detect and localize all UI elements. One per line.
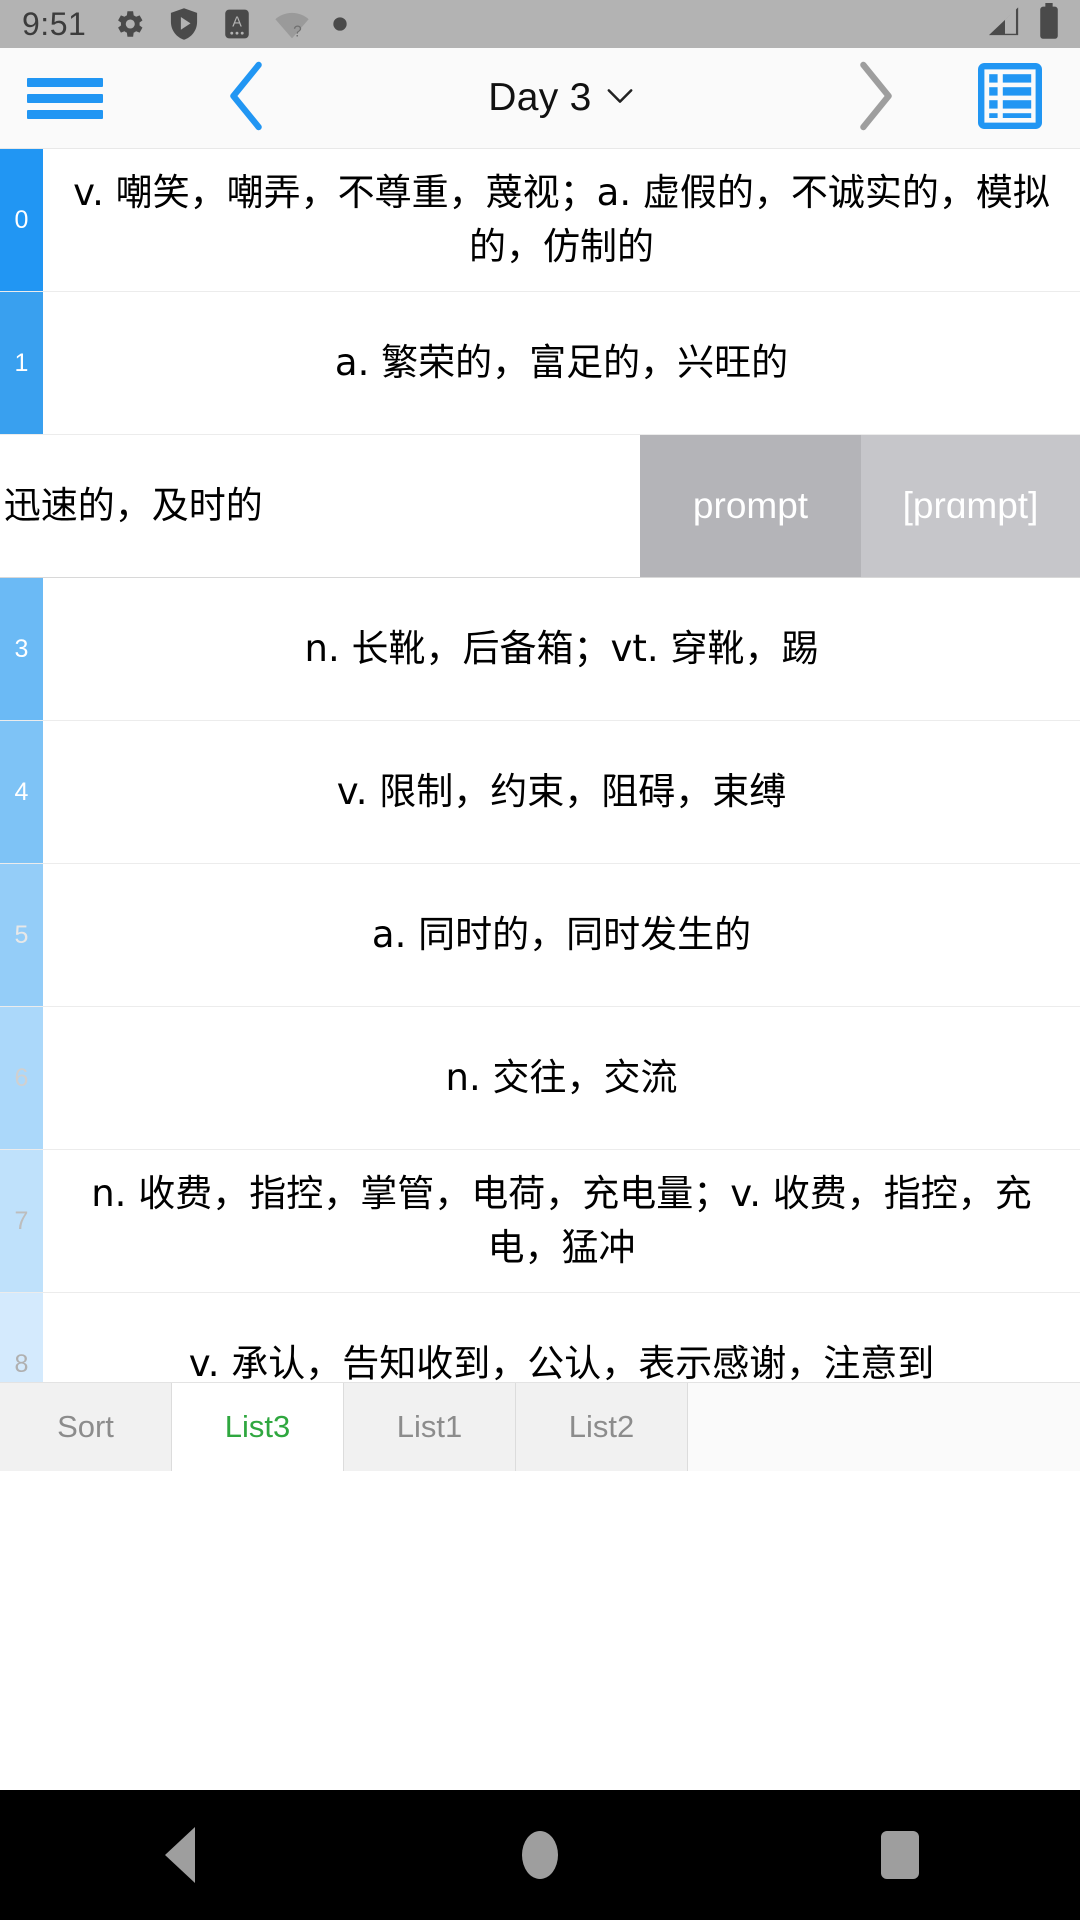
row-index: 8 [0, 1293, 43, 1382]
row-definition[interactable]: . 迅速的，及时的 [0, 435, 640, 577]
page-title: Day 3 [488, 76, 592, 119]
chevron-left-icon [223, 61, 271, 136]
back-button[interactable] [90, 1790, 270, 1920]
row-definition[interactable]: a. 繁荣的，富足的，兴旺的 [43, 292, 1080, 434]
tab-list2[interactable]: List2 [516, 1383, 688, 1471]
next-day-button[interactable] [810, 48, 940, 149]
swipe-action-phonetic[interactable]: [prɑmpt] [861, 435, 1080, 577]
table-row[interactable]: 5 a. 同时的，同时发生的 [0, 864, 1080, 1007]
row-index: 3 [0, 578, 43, 720]
row-index: 5 [0, 864, 43, 1006]
wifi-question-icon: ? [274, 7, 310, 41]
dot-icon [332, 16, 348, 32]
status-clock: 9:51 [22, 5, 87, 42]
bottom-tab-bar[interactable]: Sort List3 List1 List2 [0, 1382, 1080, 1471]
battery-icon [1038, 2, 1060, 46]
table-row[interactable]: 3 n. 长靴，后备箱；vt. 穿靴，踢 [0, 578, 1080, 721]
gear-icon [112, 7, 146, 41]
row-index: 4 [0, 721, 43, 863]
row-definition[interactable]: v. 嘲笑，嘲弄，不尊重，蔑视；a. 虚假的，不诚实的，模拟的，仿制的 [43, 149, 1080, 291]
hamburger-icon [27, 71, 103, 126]
android-navigation-bar[interactable] [0, 1790, 1080, 1920]
table-row[interactable]: 4 v. 限制，约束，阻碍，束缚 [0, 721, 1080, 864]
home-circle-icon [522, 1831, 558, 1879]
row-index: 0 [0, 149, 43, 291]
tab-sort[interactable]: Sort [0, 1383, 172, 1471]
row-index: 1 [0, 292, 43, 434]
swipe-action-word[interactable]: prompt [640, 435, 861, 577]
table-row[interactable]: 0 v. 嘲笑，嘲弄，不尊重，蔑视；a. 虚假的，不诚实的，模拟的，仿制的 [0, 149, 1080, 292]
chevron-right-icon [851, 61, 899, 136]
status-right-group [986, 0, 1060, 48]
row-definition[interactable]: v. 限制，约束，阻碍，束缚 [43, 721, 1080, 863]
table-row[interactable]: 1 a. 繁荣的，富足的，兴旺的 [0, 292, 1080, 435]
row-definition[interactable]: a. 同时的，同时发生的 [43, 864, 1080, 1006]
tab-list1[interactable]: List1 [344, 1383, 516, 1471]
row-definition[interactable]: n. 收费，指控，掌管，电荷，充电量；v. 收费，指控，充电，猛冲 [43, 1150, 1080, 1292]
signal-icon [986, 4, 1024, 45]
shield-play-icon [168, 7, 200, 41]
chevron-down-icon [606, 86, 634, 111]
recents-square-icon [881, 1831, 919, 1879]
table-row[interactable]: 6 n. 交往，交流 [0, 1007, 1080, 1150]
previous-day-button[interactable] [182, 48, 312, 149]
row-definition[interactable]: n. 长靴，后备箱；vt. 穿靴，踢 [43, 578, 1080, 720]
table-row[interactable]: 7 n. 收费，指控，掌管，电荷，充电量；v. 收费，指控，充电，猛冲 [0, 1150, 1080, 1293]
row-definition[interactable]: v. 承认，告知收到，公认，表示感谢，注意到 [43, 1293, 1080, 1382]
table-row[interactable]: 2. 迅速的，及时的prompt[prɑmpt] [0, 435, 1080, 578]
svg-text:A: A [232, 15, 242, 31]
word-list[interactable]: 0 v. 嘲笑，嘲弄，不尊重，蔑视；a. 虚假的，不诚实的，模拟的，仿制的 1 a. … [0, 149, 1080, 1382]
day-title-dropdown[interactable]: Day 3 [312, 48, 810, 149]
row-index: 6 [0, 1007, 43, 1149]
recents-button[interactable] [810, 1790, 990, 1920]
tab-list3[interactable]: List3 [172, 1383, 344, 1471]
list-view-button[interactable] [940, 48, 1080, 149]
home-button[interactable] [450, 1790, 630, 1920]
table-list-icon [978, 62, 1042, 134]
row-definition[interactable]: n. 交往，交流 [43, 1007, 1080, 1149]
row-swipe-actions[interactable]: prompt [prɑmpt] [640, 435, 1080, 577]
table-row[interactable]: 8 v. 承认，告知收到，公认，表示感谢，注意到 [0, 1293, 1080, 1382]
hamburger-menu-button[interactable] [0, 48, 130, 149]
status-bar: 9:51 A ? [0, 0, 1080, 48]
app-toolbar: Day 3 [0, 48, 1080, 149]
app-badge-icon: A [222, 7, 252, 41]
back-triangle-icon [165, 1827, 195, 1883]
svg-text:?: ? [294, 23, 302, 40]
tab-empty [688, 1383, 1080, 1471]
row-index: 7 [0, 1150, 43, 1292]
